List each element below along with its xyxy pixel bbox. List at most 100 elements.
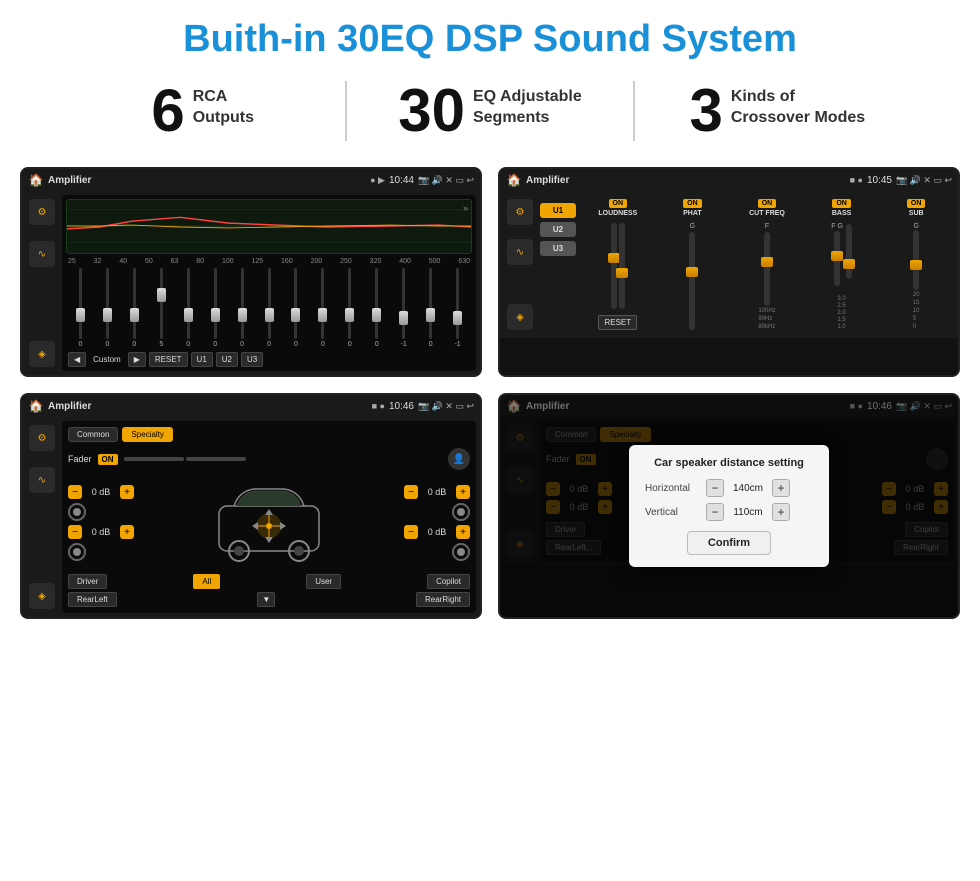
eq-thumb-8[interactable]: [265, 308, 274, 322]
rearright-btn[interactable]: RearRight: [416, 592, 470, 607]
loudness-on-badge[interactable]: ON: [609, 199, 628, 208]
eq-track-13[interactable]: [402, 268, 405, 339]
eq-thumb-11[interactable]: [345, 308, 354, 322]
speaker-icon-left2: [68, 543, 134, 561]
eq-reset-btn[interactable]: RESET: [149, 352, 188, 367]
eq-next-btn[interactable]: ▶: [128, 352, 146, 367]
eq-track-4[interactable]: [160, 268, 163, 339]
cutfreq-on-badge[interactable]: ON: [758, 199, 777, 208]
db-minus-br[interactable]: −: [404, 525, 418, 539]
eq-track-12[interactable]: [375, 268, 378, 339]
db-plus-tl[interactable]: +: [120, 485, 134, 499]
vertical-minus-btn[interactable]: −: [706, 503, 724, 521]
eq-track-2[interactable]: [106, 268, 109, 339]
eq-u3-btn[interactable]: U3: [241, 352, 263, 367]
sub-slider[interactable]: [913, 230, 919, 290]
rearleft-btn[interactable]: RearLeft: [68, 592, 117, 607]
cross-home-icon[interactable]: 🏠: [28, 398, 44, 414]
fader-slider-h1[interactable]: [124, 457, 184, 461]
eq-thumb-15[interactable]: [453, 311, 462, 325]
eq-track-10[interactable]: [321, 268, 324, 339]
db-minus-tl[interactable]: −: [68, 485, 82, 499]
eq-thumb-9[interactable]: [291, 308, 300, 322]
amp-ch-u2[interactable]: U2: [540, 222, 576, 237]
sub-thumb[interactable]: [910, 260, 922, 270]
phat-thumb[interactable]: [686, 267, 698, 277]
db-plus-br[interactable]: +: [456, 525, 470, 539]
rearleft-down-icon[interactable]: ▼: [257, 592, 275, 607]
eq-thumb-5[interactable]: [184, 308, 193, 322]
eq-val-13: -1: [401, 341, 407, 348]
home-icon[interactable]: 🏠: [28, 172, 44, 188]
eq-expand-icon[interactable]: »: [463, 203, 468, 213]
eq-track-15[interactable]: [456, 268, 459, 339]
phat-on-badge[interactable]: ON: [683, 199, 702, 208]
cross-tab-specialty[interactable]: Specialty: [122, 427, 172, 442]
eq-tune-icon[interactable]: ⚙: [29, 199, 55, 225]
eq-thumb-4[interactable]: [157, 288, 166, 302]
db-minus-tr[interactable]: −: [404, 485, 418, 499]
cross-tune-icon[interactable]: ⚙: [29, 425, 55, 451]
amp-ch-u1[interactable]: U1: [540, 203, 576, 218]
db-plus-tr[interactable]: +: [456, 485, 470, 499]
eq-thumb-1[interactable]: [76, 308, 85, 322]
eq-u2-btn[interactable]: U2: [216, 352, 238, 367]
bass-on-badge[interactable]: ON: [832, 199, 851, 208]
loudness-slider-2[interactable]: [619, 223, 625, 309]
eq-thumb-2[interactable]: [103, 308, 112, 322]
eq-track-5[interactable]: [187, 268, 190, 339]
phat-slider[interactable]: [689, 232, 695, 330]
eq-track-9[interactable]: [294, 268, 297, 339]
eq-track-6[interactable]: [214, 268, 217, 339]
loudness-thumb-2[interactable]: [616, 268, 628, 278]
loudness-thumb-1[interactable]: [608, 253, 620, 263]
vertical-plus-btn[interactable]: +: [772, 503, 790, 521]
eq-track-14[interactable]: [429, 268, 432, 339]
copilot-btn[interactable]: Copilot: [427, 574, 470, 589]
bass-slider-2[interactable]: [846, 224, 852, 279]
horizontal-plus-btn[interactable]: +: [772, 479, 790, 497]
bass-thumb-2[interactable]: [843, 259, 855, 269]
bass-slider-1[interactable]: [834, 231, 840, 286]
fader-slider-h2[interactable]: [186, 457, 246, 461]
bass-thumb-1[interactable]: [831, 251, 843, 261]
eq-u1-btn[interactable]: U1: [191, 352, 213, 367]
eq-thumb-14[interactable]: [426, 308, 435, 322]
eq-thumb-12[interactable]: [372, 308, 381, 322]
cross-wave-icon[interactable]: ∿: [29, 467, 55, 493]
cross-vol-icon[interactable]: ◈: [29, 583, 55, 609]
confirm-button[interactable]: Confirm: [687, 531, 771, 555]
eq-thumb-7[interactable]: [238, 308, 247, 322]
eq-track-8[interactable]: [268, 268, 271, 339]
cutfreq-slider[interactable]: [764, 232, 770, 306]
eq-thumb-6[interactable]: [211, 308, 220, 322]
eq-thumb-13[interactable]: [399, 311, 408, 325]
fader-on-btn[interactable]: ON: [98, 454, 118, 465]
db-minus-bl[interactable]: −: [68, 525, 82, 539]
amp2-vol-icon[interactable]: ◈: [507, 304, 533, 330]
amp-ch-u3[interactable]: U3: [540, 241, 576, 256]
loudness-reset[interactable]: RESET: [598, 315, 637, 330]
eq-track-3[interactable]: [133, 268, 136, 339]
horizontal-minus-btn[interactable]: −: [706, 479, 724, 497]
amp-home-icon[interactable]: 🏠: [506, 172, 522, 188]
eq-prev-btn[interactable]: ◀: [68, 352, 86, 367]
amp2-wave-icon[interactable]: ∿: [507, 239, 533, 265]
db-plus-bl[interactable]: +: [120, 525, 134, 539]
all-btn[interactable]: All: [193, 574, 220, 589]
driver-btn[interactable]: Driver: [68, 574, 107, 589]
amp2-tune-icon[interactable]: ⚙: [507, 199, 533, 225]
cross-user-icon[interactable]: 👤: [448, 448, 470, 470]
eq-track-7[interactable]: [241, 268, 244, 339]
sub-on-badge[interactable]: ON: [907, 199, 926, 208]
loudness-slider-1[interactable]: [611, 223, 617, 309]
cross-tab-common[interactable]: Common: [68, 427, 118, 442]
eq-vol-icon[interactable]: ◈: [29, 341, 55, 367]
eq-wave-icon[interactable]: ∿: [29, 241, 55, 267]
cutfreq-thumb[interactable]: [761, 257, 773, 267]
eq-thumb-10[interactable]: [318, 308, 327, 322]
eq-track-11[interactable]: [348, 268, 351, 339]
eq-thumb-3[interactable]: [130, 308, 139, 322]
eq-track-1[interactable]: [79, 268, 82, 339]
user-btn[interactable]: User: [306, 574, 341, 589]
